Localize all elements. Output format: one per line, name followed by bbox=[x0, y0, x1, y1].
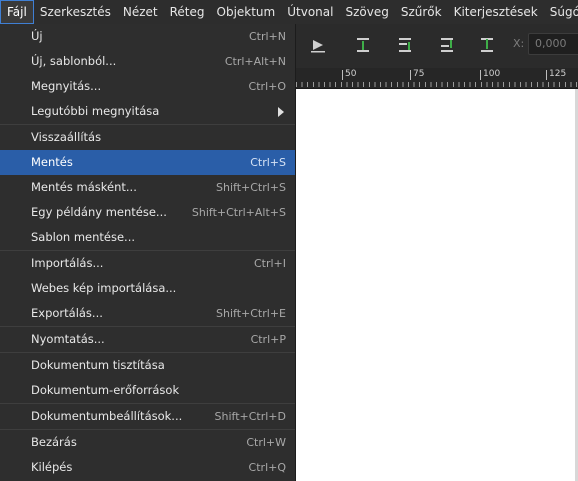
menu-item-shortcut: Shift+Ctrl+S bbox=[216, 181, 286, 194]
menu-item-label: Sablon mentése... bbox=[31, 230, 136, 244]
menu-item-save[interactable]: Mentés Ctrl+S bbox=[0, 150, 295, 175]
menu-item-new[interactable]: Új Ctrl+N bbox=[0, 24, 295, 49]
ruler-label: 125 bbox=[546, 70, 566, 80]
menu-item-shortcut: Ctrl+I bbox=[253, 257, 286, 270]
menu-text[interactable]: Szöveg bbox=[339, 0, 394, 24]
x-coordinate-input[interactable]: 0,000 bbox=[528, 33, 578, 55]
menu-item-save-copy[interactable]: Egy példány mentése... Shift+Ctrl+Alt+S bbox=[0, 200, 295, 225]
menu-item-label: Mentés másként... bbox=[31, 180, 137, 194]
menu-item-label: Dokumentum-erőforrások bbox=[31, 383, 180, 397]
menu-item-label: Bezárás bbox=[31, 435, 77, 449]
menu-view[interactable]: Nézet bbox=[117, 0, 164, 24]
menu-item-label: Nyomtatás... bbox=[31, 332, 105, 346]
menu-item-label: Dokumentumbeállítások... bbox=[31, 409, 183, 423]
menu-item-shortcut: Ctrl+O bbox=[248, 80, 286, 93]
menu-item-save-as[interactable]: Mentés másként... Shift+Ctrl+S bbox=[0, 175, 295, 200]
menu-item-quit[interactable]: Kilépés Ctrl+Q bbox=[0, 455, 295, 480]
raise-icon[interactable] bbox=[436, 36, 458, 54]
menu-file[interactable]: Fájl bbox=[0, 0, 34, 24]
menu-item-label: Importálás... bbox=[31, 256, 104, 270]
menu-item-save-template[interactable]: Sablon mentése... bbox=[0, 225, 295, 250]
menu-item-label: Kilépés bbox=[31, 460, 73, 474]
menu-item-label: Új, sablonból... bbox=[31, 54, 117, 68]
ruler-label: 75 bbox=[410, 70, 424, 80]
menu-item-label: Egy példány mentése... bbox=[31, 205, 167, 219]
menu-item-label: Exportálás... bbox=[31, 306, 103, 320]
menu-filters[interactable]: Szűrők bbox=[395, 0, 448, 24]
flip-icon[interactable] bbox=[307, 36, 329, 54]
menu-item-shortcut: Ctrl+Alt+N bbox=[224, 55, 286, 68]
lower-to-bottom-icon[interactable] bbox=[476, 36, 498, 54]
inkscape-window: X: 0,000 50 75 100 125 Fájl Szerkesztés … bbox=[0, 0, 578, 481]
menu-item-open-recent[interactable]: Legutóbbi megnyitása bbox=[0, 99, 295, 124]
menu-object[interactable]: Objektum bbox=[211, 0, 282, 24]
menu-item-label: Visszaállítás bbox=[31, 130, 102, 144]
file-menu-dropdown: Új Ctrl+N Új, sablonból... Ctrl+Alt+N Megn… bbox=[0, 24, 296, 481]
menu-item-new-from-template[interactable]: Új, sablonból... Ctrl+Alt+N bbox=[0, 49, 295, 74]
menu-item-label: Megnyitás... bbox=[31, 79, 102, 93]
menu-layer[interactable]: Réteg bbox=[164, 0, 211, 24]
menu-item-label: Új bbox=[31, 29, 43, 43]
menu-extensions[interactable]: Kiterjesztések bbox=[448, 0, 544, 24]
x-coordinate-label: X: bbox=[513, 37, 525, 50]
menu-item-import[interactable]: Importálás... Ctrl+I bbox=[0, 251, 295, 276]
menu-item-label: Legutóbbi megnyitása bbox=[31, 104, 160, 118]
raise-to-top-icon[interactable] bbox=[352, 36, 374, 54]
menu-item-shortcut: Ctrl+N bbox=[248, 30, 286, 43]
menu-item-revert[interactable]: Visszaállítás bbox=[0, 125, 295, 150]
menu-item-close[interactable]: Bezárás Ctrl+W bbox=[0, 430, 295, 455]
ruler-ticks bbox=[296, 82, 578, 87]
menu-help[interactable]: Súgó bbox=[544, 0, 578, 24]
ruler-label: 100 bbox=[480, 70, 500, 80]
menu-item-shortcut: Ctrl+P bbox=[250, 333, 286, 346]
menu-path[interactable]: Útvonal bbox=[281, 0, 339, 24]
menu-item-import-web-image[interactable]: Webes kép importálása... bbox=[0, 276, 295, 301]
menu-bar: Fájl Szerkesztés Nézet Réteg Objektum Út… bbox=[0, 0, 578, 24]
menu-item-label: Mentés bbox=[31, 155, 73, 169]
menu-item-label: Dokumentum tisztítása bbox=[31, 358, 165, 372]
menu-item-shortcut: Shift+Ctrl+Alt+S bbox=[191, 206, 286, 219]
menu-item-shortcut: Ctrl+W bbox=[246, 436, 286, 449]
submenu-arrow-icon bbox=[278, 107, 284, 117]
menu-item-shortcut: Ctrl+Q bbox=[248, 461, 286, 474]
menu-item-document-resources[interactable]: Dokumentum-erőforrások bbox=[0, 378, 295, 403]
lower-icon[interactable] bbox=[394, 36, 416, 54]
menu-item-export[interactable]: Exportálás... Shift+Ctrl+E bbox=[0, 301, 295, 326]
menu-item-label: Webes kép importálása... bbox=[31, 281, 177, 295]
menu-item-shortcut: Shift+Ctrl+D bbox=[214, 410, 286, 423]
menu-item-shortcut: Shift+Ctrl+E bbox=[216, 307, 286, 320]
ruler-label: 50 bbox=[342, 70, 356, 80]
menu-item-document-properties[interactable]: Dokumentumbeállítások... Shift+Ctrl+D bbox=[0, 404, 295, 429]
menu-item-clean-up-document[interactable]: Dokumentum tisztítása bbox=[0, 353, 295, 378]
menu-edit[interactable]: Szerkesztés bbox=[34, 0, 117, 24]
menu-item-print[interactable]: Nyomtatás... Ctrl+P bbox=[0, 327, 295, 352]
menu-item-shortcut: Ctrl+S bbox=[250, 156, 286, 169]
menu-item-open[interactable]: Megnyitás... Ctrl+O bbox=[0, 74, 295, 99]
